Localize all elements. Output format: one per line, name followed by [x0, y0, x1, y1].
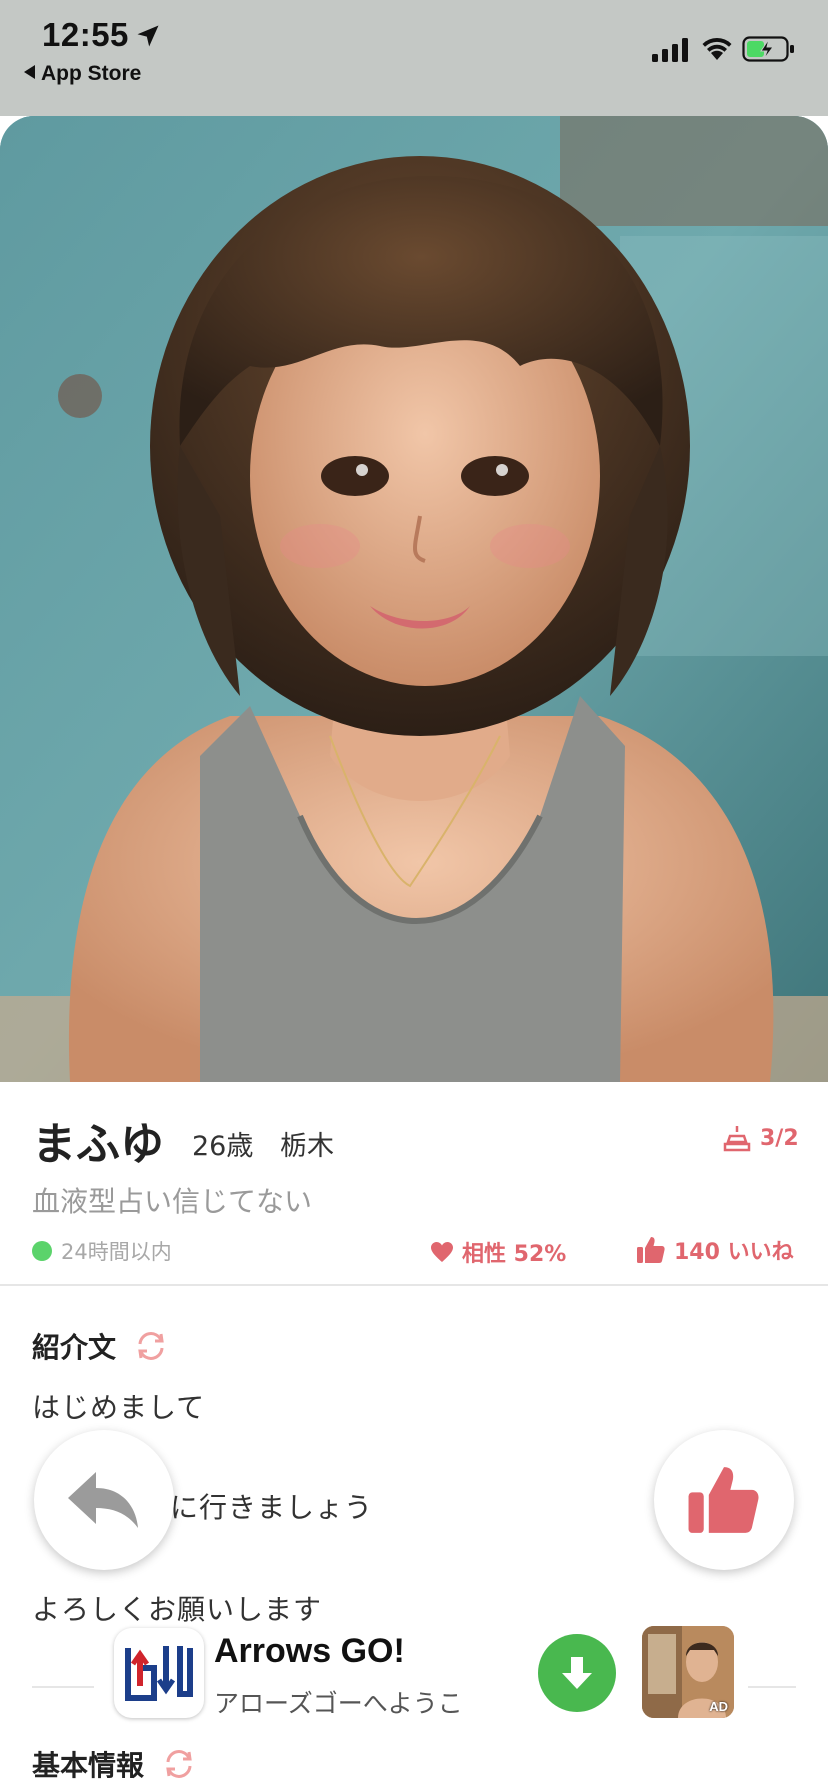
thumbs-up-icon — [637, 1237, 665, 1263]
reply-arrow-icon — [68, 1472, 138, 1528]
ad-app-icon[interactable] — [114, 1628, 204, 1718]
basic-info-title-text: 基本情報 — [32, 1749, 145, 1782]
online-status-text: 24時間以内 — [61, 1240, 172, 1264]
location-arrow-icon — [137, 25, 159, 47]
intro-line: はじめまして — [32, 1391, 206, 1424]
ad-title[interactable]: Arrows GO! — [214, 1632, 405, 1671]
profile-prefecture: 栃木 — [280, 1131, 334, 1162]
profile-age: 26歳 — [192, 1131, 254, 1162]
basic-info-section-title: 基本情報 — [32, 1744, 196, 1784]
likes-count: 140 いいね — [636, 1234, 794, 1266]
profile-tagline: 血液型占い信じてない — [32, 1185, 313, 1218]
heart-icon — [431, 1242, 453, 1262]
profile-name: まふゆ — [32, 1119, 164, 1170]
section-divider — [0, 1284, 828, 1286]
intro-title-text: 紹介文 — [32, 1331, 117, 1364]
download-arrow-icon — [562, 1657, 592, 1689]
translate-refresh-icon[interactable] — [134, 1331, 168, 1361]
divider — [32, 1686, 94, 1688]
profile-photo-image — [0, 116, 828, 1082]
back-button[interactable] — [34, 1430, 174, 1570]
online-dot-icon — [32, 1241, 52, 1261]
thumbs-up-icon — [688, 1467, 759, 1533]
back-app-label: App Store — [41, 62, 142, 85]
ad-download-button[interactable] — [538, 1634, 616, 1712]
online-status: 24時間以内 — [32, 1236, 172, 1266]
compatibility-text: 相性 52% — [462, 1242, 567, 1267]
photo-count-text: 3/2 — [760, 1125, 799, 1151]
intro-line: に行きましょう — [170, 1491, 374, 1524]
ad-badge: AD — [709, 1699, 728, 1714]
translate-refresh-icon[interactable] — [162, 1749, 196, 1779]
intro-line: よろしくお願いします — [32, 1593, 323, 1626]
battery-charging-icon — [742, 36, 794, 62]
arrows-go-logo-icon — [125, 1646, 193, 1701]
ad-subtitle: アローズゴーへようこ — [214, 1689, 463, 1718]
compatibility: 相性 52% — [430, 1236, 566, 1268]
like-button[interactable] — [654, 1430, 794, 1570]
back-triangle-icon — [24, 65, 35, 79]
ad-thumbnail[interactable]: AD — [642, 1626, 734, 1718]
likes-count-text: 140 いいね — [674, 1240, 794, 1265]
wifi-icon — [702, 37, 732, 60]
signal-icon — [652, 38, 688, 62]
profile-photo[interactable] — [0, 116, 828, 1082]
status-bar: 12:55 App Store — [0, 0, 828, 116]
status-time: 12:55 — [42, 16, 129, 53]
photo-count-badge[interactable]: 3/2 — [722, 1124, 799, 1152]
divider — [748, 1686, 796, 1688]
photo-stack-icon — [723, 1126, 751, 1152]
intro-section-title: 紹介文 — [32, 1326, 168, 1366]
back-to-app-store-link[interactable]: App Store — [24, 62, 141, 86]
